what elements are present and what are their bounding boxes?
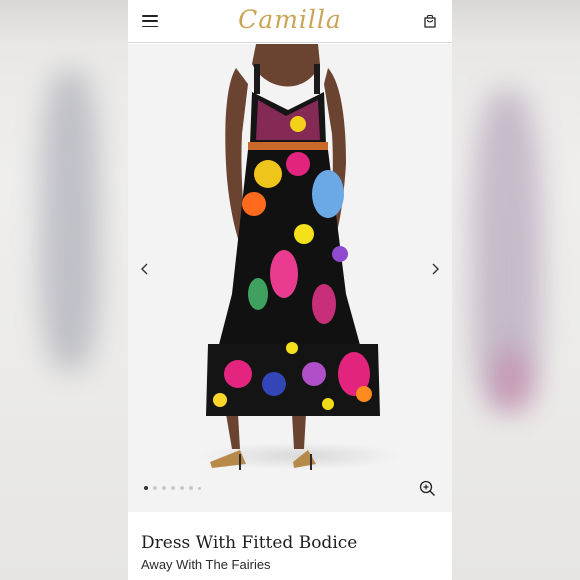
chevron-right-icon[interactable]	[428, 262, 442, 276]
blurred-figure	[40, 70, 100, 370]
phone-screen: Camilla Dress With Fitted Bodice Away Wi…	[128, 0, 452, 580]
blurred-backdrop-right	[452, 0, 580, 580]
pagination-dot[interactable]	[180, 486, 184, 490]
zoom-in-icon[interactable]	[419, 480, 436, 497]
pagination-dot[interactable]	[189, 486, 193, 490]
hamburger-menu-icon[interactable]	[142, 15, 158, 27]
chevron-left-icon[interactable]	[138, 262, 152, 276]
product-image-gallery[interactable]	[128, 44, 452, 512]
pagination-dot[interactable]	[162, 486, 166, 490]
top-navigation-bar: Camilla	[128, 0, 452, 43]
pagination-dot[interactable]	[153, 486, 157, 490]
product-collection[interactable]: Away With The Fairies	[141, 557, 271, 572]
gallery-pagination-dots	[144, 486, 201, 490]
pagination-dot[interactable]	[198, 486, 201, 490]
brand-logo[interactable]: Camilla	[238, 5, 342, 34]
product-info: Dress With Fitted Bodice Away With The F…	[128, 512, 452, 580]
shopping-bag-icon[interactable]	[422, 13, 438, 29]
product-photo	[200, 44, 400, 470]
pagination-dot[interactable]	[144, 486, 148, 490]
blurred-backdrop-left	[0, 0, 128, 580]
pagination-dot[interactable]	[171, 486, 175, 490]
blurred-figure	[492, 350, 532, 410]
product-title: Dress With Fitted Bodice	[141, 533, 358, 553]
